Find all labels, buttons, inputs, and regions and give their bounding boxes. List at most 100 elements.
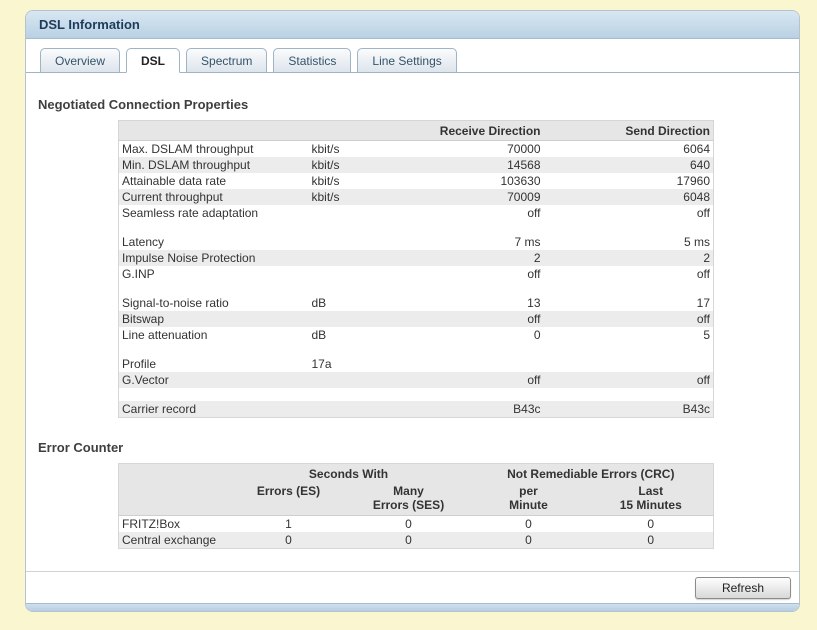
send-value-cell: off (544, 311, 714, 327)
header-empty (119, 483, 229, 516)
header-empty (309, 121, 424, 141)
crc-per-minute-cell: 0 (469, 516, 589, 533)
receive-value-cell: 103630 (424, 173, 544, 189)
property-row: Impulse Noise Protection22 (119, 250, 714, 266)
tab-overview[interactable]: Overview (40, 48, 120, 73)
tab-bar: Overview DSL Spectrum Statistics Line Se… (26, 39, 799, 73)
error-group-header-row: Seconds With Not Remediable Errors (CRC) (119, 464, 714, 484)
spacer-cell (119, 343, 714, 356)
errors-es-cell: 0 (229, 532, 349, 549)
property-unit-cell (309, 401, 424, 418)
send-value-cell: 17 (544, 295, 714, 311)
property-row: Line attenuationdB05 (119, 327, 714, 343)
tab-spectrum[interactable]: Spectrum (186, 48, 267, 73)
receive-value-cell: 7 ms (424, 234, 544, 250)
header-last-15-minutes: Last 15 Minutes (589, 483, 714, 516)
receive-value-cell: 70009 (424, 189, 544, 205)
property-row: G.INPoffoff (119, 266, 714, 282)
many-errors-ses-cell: 0 (349, 516, 469, 533)
send-value-cell: off (544, 205, 714, 221)
dsl-information-panel: DSL Information Overview DSL Spectrum St… (25, 10, 800, 612)
send-value-cell: 6048 (544, 189, 714, 205)
property-label-cell: Carrier record (119, 401, 309, 418)
property-row: Signal-to-noise ratiodB1317 (119, 295, 714, 311)
negotiated-properties-table: Receive Direction Send Direction Max. DS… (118, 120, 714, 418)
receive-value-cell: off (424, 205, 544, 221)
property-row: Carrier recordB43cB43c (119, 401, 714, 418)
property-label-cell: Signal-to-noise ratio (119, 295, 309, 311)
property-label-cell: Bitswap (119, 311, 309, 327)
spacer-row (119, 221, 714, 234)
send-value-cell: off (544, 266, 714, 282)
property-unit-cell (309, 205, 424, 221)
section-title-error-counter: Error Counter (38, 440, 789, 455)
properties-header-row: Receive Direction Send Direction (119, 121, 714, 141)
property-label-cell: Impulse Noise Protection (119, 250, 309, 266)
property-row: Seamless rate adaptation offoff (119, 205, 714, 221)
send-value-cell: B43c (544, 401, 714, 418)
property-row: Attainable data ratekbit/s10363017960 (119, 173, 714, 189)
receive-value-cell: 13 (424, 295, 544, 311)
send-value-cell: 5 (544, 327, 714, 343)
send-value-cell: off (544, 372, 714, 388)
receive-value-cell: off (424, 372, 544, 388)
section-title-negotiated: Negotiated Connection Properties (38, 97, 789, 112)
receive-value-cell: off (424, 311, 544, 327)
spacer-cell (119, 221, 714, 234)
crc-last-15-minutes-cell: 0 (589, 516, 714, 533)
spacer-row (119, 343, 714, 356)
error-row: FRITZ!Box1000 (119, 516, 714, 533)
receive-value-cell: 14568 (424, 157, 544, 173)
property-unit-cell (309, 234, 424, 250)
header-group-seconds-with: Seconds With (229, 464, 469, 484)
header-errors-es: Errors (ES) (229, 483, 349, 516)
property-label-cell: Seamless rate adaptation (119, 205, 309, 221)
tab-line-settings[interactable]: Line Settings (357, 48, 456, 73)
property-label-cell: Max. DSLAM throughput (119, 141, 309, 158)
property-unit-cell: kbit/s (309, 189, 424, 205)
property-unit-cell: dB (309, 295, 424, 311)
receive-value-cell: off (424, 266, 544, 282)
property-unit-cell: 17a (309, 356, 424, 372)
property-row: Min. DSLAM throughputkbit/s14568640 (119, 157, 714, 173)
refresh-button[interactable]: Refresh (695, 577, 791, 599)
receive-value-cell (424, 356, 544, 372)
send-value-cell: 6064 (544, 141, 714, 158)
tab-statistics[interactable]: Statistics (273, 48, 351, 73)
error-row: Central exchange0000 (119, 532, 714, 549)
spacer-row (119, 388, 714, 401)
error-source-cell: Central exchange (119, 532, 229, 549)
property-unit-cell (309, 266, 424, 282)
send-value-cell (544, 356, 714, 372)
tab-dsl[interactable]: DSL (126, 48, 180, 73)
send-value-cell: 2 (544, 250, 714, 266)
property-label-cell: G.Vector (119, 372, 309, 388)
send-value-cell: 5 ms (544, 234, 714, 250)
errors-es-cell: 1 (229, 516, 349, 533)
property-row: G.Vector offoff (119, 372, 714, 388)
property-label-cell: Attainable data rate (119, 173, 309, 189)
property-unit-cell: dB (309, 327, 424, 343)
property-row: Profile17a (119, 356, 714, 372)
property-label-cell: Profile (119, 356, 309, 372)
property-label-cell: Min. DSLAM throughput (119, 157, 309, 173)
spacer-row (119, 282, 714, 295)
receive-value-cell: 0 (424, 327, 544, 343)
header-receive-direction: Receive Direction (424, 121, 544, 141)
send-value-cell: 17960 (544, 173, 714, 189)
property-row: Bitswap offoff (119, 311, 714, 327)
footer-bar: Refresh (26, 571, 799, 604)
send-value-cell: 640 (544, 157, 714, 173)
many-errors-ses-cell: 0 (349, 532, 469, 549)
property-row: Current throughputkbit/s700096048 (119, 189, 714, 205)
property-unit-cell (309, 311, 424, 327)
property-unit-cell: kbit/s (309, 173, 424, 189)
property-unit-cell (309, 372, 424, 388)
error-counter-table: Seconds With Not Remediable Errors (CRC)… (118, 463, 714, 549)
header-group-crc: Not Remediable Errors (CRC) (469, 464, 714, 484)
panel-titlebar: DSL Information (26, 11, 799, 39)
crc-last-15-minutes-cell: 0 (589, 532, 714, 549)
property-label-cell: Current throughput (119, 189, 309, 205)
property-label-cell: Line attenuation (119, 327, 309, 343)
header-empty (119, 121, 309, 141)
